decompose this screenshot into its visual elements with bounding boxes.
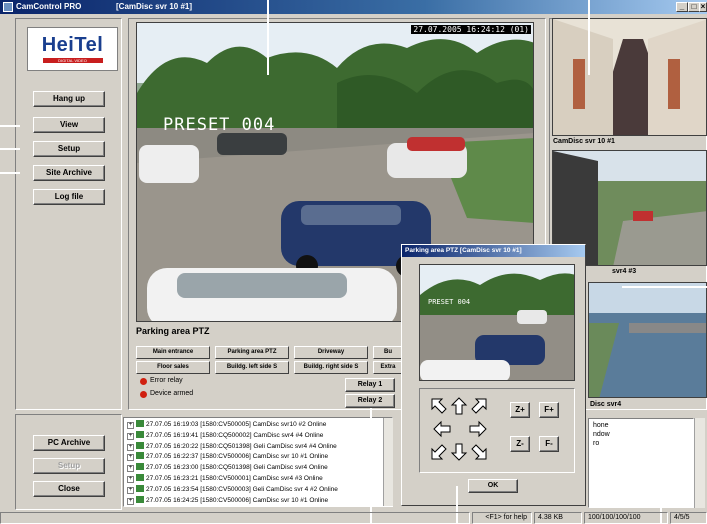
ptz-down-left-icon[interactable] <box>429 442 449 462</box>
ptz-up-icon[interactable] <box>449 396 469 416</box>
zone-button-4[interactable]: Bu <box>373 346 403 359</box>
setup-disabled-button[interactable]: Setup <box>33 458 105 474</box>
setup-button[interactable]: Setup <box>33 141 105 157</box>
camera-3-caption: Disc svr4 <box>590 401 622 408</box>
ptz-up-right-icon[interactable] <box>469 396 489 416</box>
zone-button-parking-area[interactable]: Parking area PTZ <box>215 346 289 359</box>
device-armed-label: Device armed <box>150 390 194 397</box>
log-text: 27.07.05 16:22:37 [1580:CV500006] CamDis… <box>146 453 329 461</box>
list-item[interactable]: +27.07.05 16:20:22 [1580:CQ501398] Geli … <box>127 441 389 453</box>
zone-button-driveway[interactable]: Driveway <box>294 346 368 359</box>
list-item[interactable]: +27.07.05 16:22:37 [1580:CV500006] CamDi… <box>127 452 389 463</box>
status-help: <F1> for help <box>472 512 532 524</box>
callout-line <box>0 172 20 174</box>
ptz-preview: PRESET 004 <box>419 264 575 381</box>
ptz-dialog: Parking area PTZ [CamDisc svr 10 #1] PRE… <box>401 244 586 506</box>
hang-up-button[interactable]: Hang up <box>33 91 105 107</box>
minimize-button[interactable]: _ <box>676 2 688 12</box>
site-archive-button[interactable]: Site Archive <box>33 165 105 181</box>
document-title: [CamDisc svr 10 #1] <box>116 2 193 11</box>
info-line: ndow <box>593 431 610 438</box>
log-scrollbar[interactable] <box>383 418 393 506</box>
zone-button-floor-sales[interactable]: Floor sales <box>136 361 210 374</box>
zone-title: Parking area PTZ <box>136 326 210 336</box>
camera-1-caption: CamDisc svr 10 #1 <box>553 138 615 145</box>
list-item[interactable]: +27.07.05 16:24:25 [1580:CV500006] CamDi… <box>127 495 389 506</box>
brand-logo: HeiTel DIGITAL VIDEO <box>27 27 118 71</box>
log-text: 27.07.05 16:24:25 [1580:CV500006] CamDis… <box>146 496 329 504</box>
right-info-box: hone ndow ro <box>588 418 694 508</box>
log-file-button[interactable]: Log file <box>33 189 105 205</box>
status-size: 4.38 KB <box>534 512 582 524</box>
focus-out-button[interactable]: F- <box>539 436 559 452</box>
ptz-preview-image <box>420 265 574 380</box>
log-text: 27.07.05 16:20:22 [1580:CQ501398] Geli C… <box>146 442 337 450</box>
log-text: 27.07.05 16:19:41 [1580:CQ500002] CamDis… <box>146 431 324 439</box>
callout-line <box>0 148 20 150</box>
ptz-preset-label: PRESET 004 <box>428 298 471 306</box>
camera-3-image <box>589 283 706 397</box>
relay-2-button[interactable]: Relay 2 <box>345 394 395 408</box>
zoom-in-button[interactable]: Z+ <box>510 402 530 418</box>
event-log-list[interactable]: +27.07.05 16:19:03 [1580:CV500005] CamDi… <box>123 417 393 507</box>
list-item[interactable]: +27.07.05 16:23:54 [1580:CV500003] Geli … <box>127 484 389 496</box>
focus-in-button[interactable]: F+ <box>539 402 559 418</box>
status-rate: 100/100/100/100 <box>584 512 668 524</box>
ptz-up-left-icon[interactable] <box>429 396 449 416</box>
brand-logo-text: HeiTel <box>41 34 104 56</box>
callout-line <box>267 0 269 75</box>
app-icon <box>3 2 13 12</box>
zone-button-main-entrance[interactable]: Main entrance <box>136 346 210 359</box>
info-line: ro <box>593 440 600 447</box>
pc-archive-button[interactable]: PC Archive <box>33 435 105 451</box>
ptz-down-icon[interactable] <box>449 442 469 462</box>
brand-tagline: DIGITAL VIDEO <box>42 58 103 63</box>
ptz-down-right-icon[interactable] <box>469 442 489 462</box>
log-text: 27.07.05 16:19:03 [1580:CV500005] CamDis… <box>146 421 327 428</box>
list-item[interactable]: +27.07.05 16:23:21 [1580:CV500001] CamDi… <box>127 473 389 485</box>
preset-label: PRESET 004 <box>163 115 276 135</box>
close-button[interactable]: Close <box>33 481 105 497</box>
list-item[interactable]: +27.07.05 16:19:03 [1580:CV500005] CamDi… <box>127 420 389 431</box>
camera-thumbnail-1[interactable] <box>552 18 707 136</box>
info-scrollbar[interactable] <box>694 418 705 508</box>
close-window-button[interactable]: × <box>699 2 707 12</box>
relay-1-button[interactable]: Relay 1 <box>345 378 395 392</box>
info-line: hone <box>593 422 609 429</box>
ptz-ok-button[interactable]: OK <box>468 479 518 493</box>
camera-timestamp: 27.07.2005 16:24:12 (01) <box>411 25 531 34</box>
callout-line <box>588 0 590 75</box>
log-text: 27.07.05 16:23:54 [1580:CV500003] Geli C… <box>146 485 338 493</box>
status-page: 4/5/5 <box>670 512 707 524</box>
zoom-out-button[interactable]: Z- <box>510 436 530 452</box>
ptz-left-icon[interactable] <box>432 419 452 439</box>
zone-button-left-side[interactable]: Buildg. left side S <box>215 361 289 374</box>
camera-2-caption: svr4 #3 <box>612 268 637 275</box>
ptz-dialog-title: Parking area PTZ [CamDisc svr 10 #1] <box>402 245 585 257</box>
callout-line <box>0 125 20 127</box>
error-relay-indicator <box>140 378 147 385</box>
log-text: 27.07.05 16:23:00 [1580:CQ501398] Geli C… <box>146 464 328 472</box>
list-item[interactable]: +27.07.05 16:23:00 [1580:CQ501398] Geli … <box>127 463 389 474</box>
zone-button-extra[interactable]: Extra <box>373 361 403 374</box>
list-item[interactable]: +27.07.05 16:19:41 [1580:CQ500002] CamDi… <box>127 430 389 442</box>
callout-line <box>622 286 707 288</box>
camera-thumbnail-3[interactable] <box>588 282 707 398</box>
callout-line <box>370 408 372 524</box>
error-relay-label: Error relay <box>150 377 183 384</box>
camera-1-image <box>553 19 706 135</box>
log-text: 27.07.05 16:23:21 [1580:CV500001] CamDis… <box>146 474 323 482</box>
ptz-right-icon[interactable] <box>468 419 488 439</box>
app-title: CamControl PRO <box>16 2 82 11</box>
title-bar: CamControl PRO [CamDisc svr 10 #1] _ □ × <box>0 0 707 14</box>
device-armed-indicator <box>140 391 147 398</box>
zone-button-right-side[interactable]: Buildg. right side S <box>294 361 368 374</box>
status-bar-left <box>0 512 470 524</box>
view-button[interactable]: View <box>33 117 105 133</box>
sidebar-panel <box>15 18 122 410</box>
